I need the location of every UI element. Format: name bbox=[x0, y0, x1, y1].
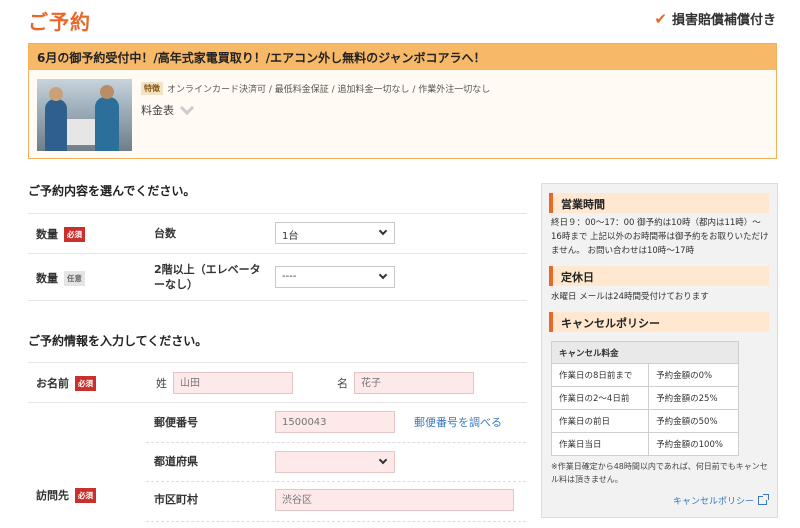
field-label: 訪問先 必須 bbox=[36, 487, 96, 503]
divider bbox=[28, 300, 527, 301]
hours-heading: 営業時間 bbox=[549, 193, 769, 213]
divider bbox=[146, 521, 526, 522]
upstairs-label: 2階以上（エレベーターなし） bbox=[154, 263, 261, 291]
form-row-quantity: 数量 必須 台数 1台 bbox=[28, 213, 527, 253]
required-badge: 必須 bbox=[64, 226, 85, 242]
page-title: ご予約 bbox=[28, 10, 91, 34]
visit-label: 訪問先 bbox=[36, 489, 69, 502]
check-icon: ✔ bbox=[654, 9, 667, 28]
optional-badge: 任意 bbox=[64, 270, 85, 286]
cancel-note: ※作業日確定から48時間以内であれば、何日前でもキャンセル料は頂きません。 bbox=[551, 462, 768, 484]
staff-head-left bbox=[49, 87, 63, 101]
holiday-heading: 定休日 bbox=[549, 266, 769, 286]
staff-head-right bbox=[100, 85, 114, 99]
name-label: お名前 bbox=[36, 377, 69, 390]
chevron-down-icon bbox=[378, 226, 388, 236]
external-link-icon bbox=[758, 494, 769, 505]
table-cell-fee: 予約金額の0% bbox=[648, 363, 739, 387]
holiday-text: 水曜日 メールは24時間受付けております bbox=[551, 292, 709, 302]
field-label: 数量 必須 bbox=[36, 226, 85, 242]
form-row-upstairs: 数量 任意 2階以上（エレベーターなし） ---- bbox=[28, 253, 527, 301]
promo-box: 6月の御予約受付中！/高年式家電買取り！/エアコン外し無料のジャンボコアラへ！ … bbox=[28, 43, 777, 159]
table-cell-fee: 予約金額の25% bbox=[648, 386, 739, 410]
last-name-label: 姓 bbox=[156, 377, 167, 390]
field-label: お名前 必須 bbox=[36, 375, 96, 391]
zip-input[interactable] bbox=[275, 411, 395, 433]
price-table-label: 料金表 bbox=[141, 104, 174, 117]
table-cell-when: 作業日の前日 bbox=[550, 409, 650, 433]
first-name-label: 名 bbox=[337, 377, 348, 390]
prefecture-select[interactable] bbox=[275, 451, 395, 473]
unit-count-label: 台数 bbox=[154, 227, 176, 240]
chevron-down-icon bbox=[179, 100, 195, 116]
table-cell-when: 作業日当日 bbox=[550, 432, 650, 456]
unit-count-value: 1台 bbox=[282, 231, 299, 242]
hours-text: 終日９：00～17：00 御予約は10時（都内は11時）～16時まで 上記以外の… bbox=[551, 218, 769, 256]
section-title-booking: ご予約内容を選んでください。 bbox=[28, 184, 196, 198]
cancel-policy-link[interactable]: キャンセルポリシー bbox=[672, 494, 769, 507]
last-name-input[interactable] bbox=[173, 372, 293, 394]
cancel-policy-link-label: キャンセルポリシー bbox=[672, 497, 754, 507]
zip-label: 郵便番号 bbox=[154, 416, 198, 429]
zip-lookup-link[interactable]: 郵便番号を調べる bbox=[414, 414, 502, 430]
table-cell-when: 作業日の8日前まで bbox=[550, 363, 650, 387]
staff-photo bbox=[37, 79, 132, 151]
info-sidebar: 営業時間 終日９：00～17：00 御予約は10時（都内は11時）～16時まで … bbox=[541, 183, 778, 518]
staff-figure-left bbox=[45, 99, 67, 151]
top-bar: ご予約 ✔ 損害賠償補償付き bbox=[0, 0, 800, 40]
upstairs-value: ---- bbox=[282, 271, 297, 282]
insurance-label: 損害賠償補償付き bbox=[671, 13, 776, 28]
feature-badge: 特徴 bbox=[141, 82, 163, 95]
promo-headline: 6月の御予約受付中！/高年式家電買取り！/エアコン外し無料のジャンボコアラへ！ bbox=[29, 44, 776, 70]
city-input[interactable] bbox=[275, 489, 514, 511]
divider bbox=[146, 481, 526, 482]
section-title-info: ご予約情報を入力してください。 bbox=[28, 334, 208, 348]
table-cell-when: 作業日の2～4日前 bbox=[550, 386, 650, 410]
table-header-row: キャンセル料金 bbox=[551, 341, 739, 364]
staff-figure-right bbox=[95, 97, 119, 151]
feature-line: 特徴 オンラインカード決済可 / 最低料金保証 / 追加料金一切なし / 作業外… bbox=[141, 82, 490, 95]
upstairs-select[interactable]: ---- bbox=[275, 266, 395, 288]
table-header: キャンセル料金 bbox=[551, 341, 739, 364]
table-row: 作業日の8日前まで 予約金額の0% bbox=[550, 363, 739, 387]
table-row: 作業日当日 予約金額の100% bbox=[550, 432, 739, 456]
cancel-policy-heading: キャンセルポリシー bbox=[549, 312, 769, 332]
table-row: 作業日の前日 予約金額の50% bbox=[550, 409, 739, 433]
features-text: オンラインカード決済可 / 最低料金保証 / 追加料金一切なし / 作業外注一切… bbox=[167, 85, 491, 95]
chevron-down-icon bbox=[378, 455, 388, 465]
form-row-name: お名前 必須 姓 名 bbox=[28, 362, 527, 402]
required-badge: 必須 bbox=[75, 487, 96, 503]
unit-count-select[interactable]: 1台 bbox=[275, 222, 395, 244]
field-label: 数量 任意 bbox=[36, 270, 85, 286]
quantity-label: 数量 bbox=[36, 228, 58, 241]
insurance-notice: ✔ 損害賠償補償付き bbox=[654, 9, 776, 29]
prefecture-label: 都道府県 bbox=[154, 455, 198, 468]
divider bbox=[146, 442, 526, 443]
quantity-label: 数量 bbox=[36, 272, 58, 285]
table-cell-fee: 予約金額の100% bbox=[648, 432, 739, 456]
first-name-input[interactable] bbox=[354, 372, 474, 394]
city-label: 市区町村 bbox=[154, 493, 198, 506]
table-cell-fee: 予約金額の50% bbox=[648, 409, 739, 433]
table-row: 作業日の2～4日前 予約金額の25% bbox=[550, 386, 739, 410]
price-table-toggle[interactable]: 料金表 bbox=[141, 100, 195, 118]
cancel-fee-table: キャンセル料金 作業日の8日前まで 予約金額の0% 作業日の2～4日前 予約金額… bbox=[550, 341, 739, 456]
chevron-down-icon bbox=[378, 270, 388, 280]
required-badge: 必須 bbox=[75, 375, 96, 391]
